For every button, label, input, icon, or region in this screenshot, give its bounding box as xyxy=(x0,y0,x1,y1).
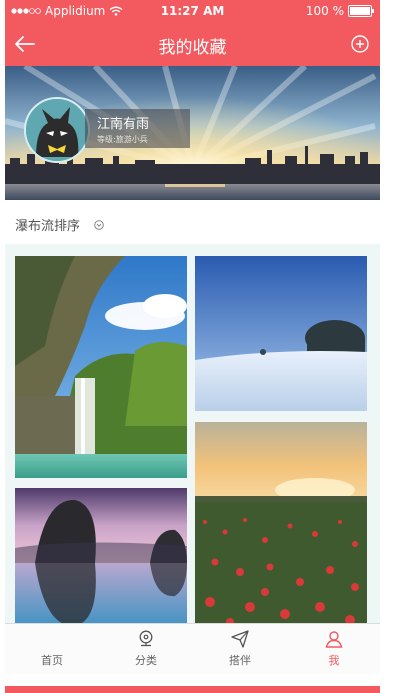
paper-plane-icon xyxy=(231,630,249,648)
app-screen: Applidium 11:27 AM 100 % 我的收藏 江南有雨 等级:旅游… xyxy=(5,0,380,693)
user-name: 江南有雨 xyxy=(97,117,150,132)
waterfall-photo[interactable] xyxy=(15,256,187,478)
tab-home-label: 首页 xyxy=(41,654,63,667)
user-info-card: 江南有雨 等级:旅游小兵 xyxy=(85,109,190,148)
tab-me[interactable]: 我 xyxy=(287,624,380,674)
battery-group: 100 % xyxy=(305,4,374,18)
bottom-accent-strip xyxy=(5,686,380,693)
page-title: 我的收藏 xyxy=(158,38,227,58)
tab-me-label: 我 xyxy=(328,654,340,667)
flower-field-photo[interactable] xyxy=(195,422,367,626)
user-level: 等级:旅游小兵 xyxy=(97,135,148,144)
avatar[interactable] xyxy=(24,97,90,163)
tab-category[interactable]: 分类 xyxy=(99,624,193,674)
tab-bar: 首页 分类 搭伴 我 xyxy=(5,623,380,674)
tab-companion-label: 搭伴 xyxy=(229,654,251,667)
sort-bar[interactable]: 瀑布流排序 xyxy=(5,200,380,244)
battery-percent: 100 % xyxy=(305,4,344,18)
plus-circle-icon[interactable] xyxy=(350,34,370,54)
snowfield-photo[interactable] xyxy=(195,256,367,411)
photo-gallery xyxy=(5,244,380,626)
lake-rock-photo[interactable] xyxy=(15,488,187,626)
location-pin-icon xyxy=(139,630,153,647)
sort-label[interactable]: 瀑布流排序 xyxy=(15,215,80,234)
chevron-down-circle-icon[interactable] xyxy=(94,220,104,230)
tab-category-label: 分类 xyxy=(135,654,157,667)
navigation-bar: 我的收藏 xyxy=(5,22,380,66)
battery-icon xyxy=(348,5,374,17)
user-icon xyxy=(325,631,343,648)
tab-companion[interactable]: 搭伴 xyxy=(193,624,287,674)
tab-home[interactable]: 首页 xyxy=(5,624,99,674)
status-bar: Applidium 11:27 AM 100 % xyxy=(5,0,380,22)
cat-mascot-icon xyxy=(26,99,88,161)
